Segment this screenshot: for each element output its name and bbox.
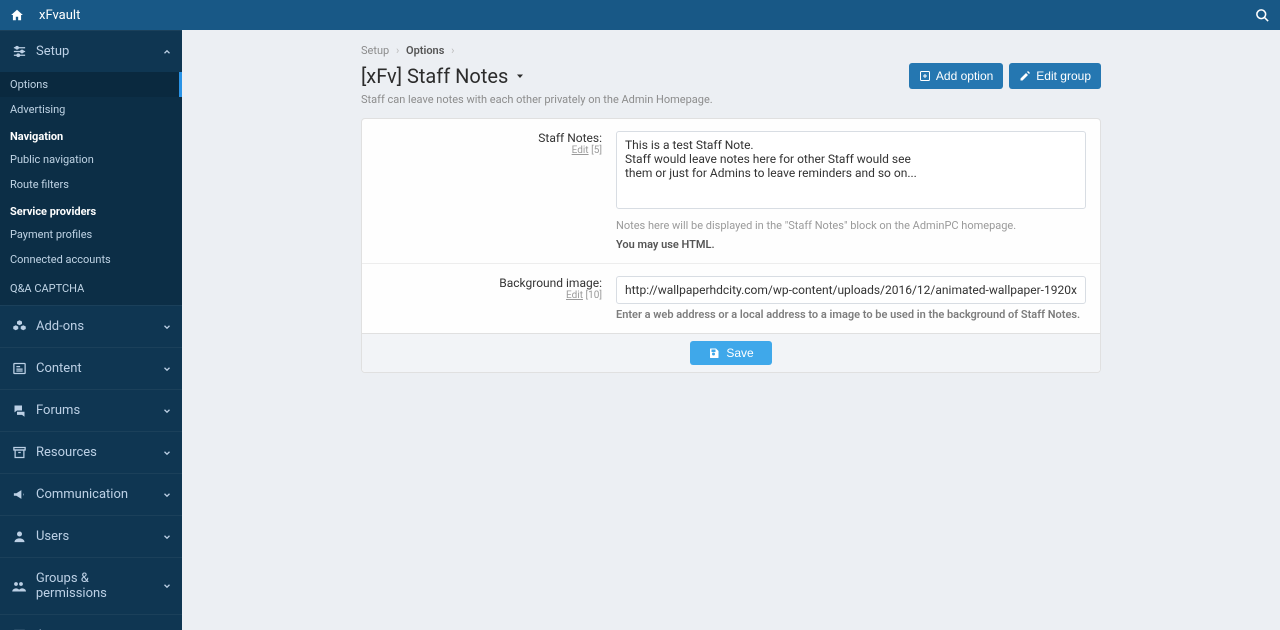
bg-image-edit-id: [10] [585, 290, 602, 301]
sidebar-item-connected-accounts[interactable]: Connected accounts [0, 247, 182, 272]
chevron-down-icon [162, 406, 172, 416]
sidebar-item-route-filters[interactable]: Route filters [0, 172, 182, 197]
chevron-down-icon [162, 490, 172, 500]
bg-image-label: Background image: [376, 276, 602, 290]
breadcrumb-options[interactable]: Options [406, 44, 444, 57]
breadcrumb-sep: › [396, 44, 399, 57]
chevron-down-icon [162, 364, 172, 374]
sidebar-addons[interactable]: Add-ons [0, 306, 182, 347]
sidebar-users[interactable]: Users [0, 516, 182, 557]
pencil-icon [1019, 70, 1031, 82]
sidebar-item-advertising[interactable]: Advertising [0, 97, 182, 122]
home-icon[interactable] [10, 8, 24, 22]
staff-notes-edit-link[interactable]: Edit [572, 145, 589, 156]
sidebar-resources[interactable]: Resources [0, 432, 182, 473]
search-icon[interactable] [1255, 8, 1270, 23]
sidebar-item-qa-captcha[interactable]: Q&A CAPTCHA [0, 272, 182, 305]
sidebar: Setup Options Advertising Navigation Pub… [0, 30, 182, 630]
chevron-down-icon [162, 448, 172, 458]
users-icon [10, 579, 28, 594]
add-option-button[interactable]: Add option [909, 63, 1003, 89]
main: Setup › Options › [xFv] Staff Notes Add … [182, 30, 1280, 383]
staff-notes-edit-id: [5] [591, 145, 602, 156]
edit-group-button[interactable]: Edit group [1009, 63, 1101, 89]
newspaper-icon [10, 361, 28, 376]
sidebar-forums[interactable]: Forums [0, 390, 182, 431]
staff-notes-label: Staff Notes: [376, 131, 602, 145]
caret-down-icon [514, 70, 526, 82]
chevron-down-icon [162, 581, 172, 591]
breadcrumb-setup[interactable]: Setup [361, 44, 389, 57]
breadcrumb: Setup › Options › [361, 40, 1101, 63]
sidebar-section-service-providers: Service providers [0, 197, 182, 222]
page-title[interactable]: [xFv] Staff Notes [361, 64, 526, 88]
sidebar-appearance[interactable]: Appearance [0, 615, 182, 630]
cubes-icon [10, 319, 28, 334]
sliders-icon [10, 44, 28, 59]
sidebar-section-navigation: Navigation [0, 122, 182, 147]
sidebar-groups[interactable]: Groups & permissions [0, 558, 182, 614]
staff-notes-help-strong: You may use HTML. [616, 238, 715, 251]
user-icon [10, 529, 28, 544]
sidebar-setup-label: Setup [36, 44, 69, 59]
sidebar-item-payment-profiles[interactable]: Payment profiles [0, 222, 182, 247]
plus-square-icon [919, 70, 931, 82]
sidebar-resources-label: Resources [36, 445, 97, 460]
sidebar-content[interactable]: Content [0, 348, 182, 389]
sidebar-addons-label: Add-ons [36, 319, 84, 334]
sidebar-item-public-navigation[interactable]: Public navigation [0, 147, 182, 172]
archive-icon [10, 445, 28, 460]
chevron-up-icon [162, 47, 172, 57]
options-panel: Staff Notes: Edit [5] Notes here will be… [361, 118, 1101, 373]
bullhorn-icon [10, 487, 28, 502]
save-button[interactable]: Save [690, 341, 771, 365]
save-icon [708, 347, 720, 359]
chevron-down-icon [162, 322, 172, 332]
sidebar-content-label: Content [36, 361, 82, 376]
topbar: xFvault [0, 0, 1280, 30]
sidebar-forums-label: Forums [36, 403, 80, 418]
sidebar-communication-label: Communication [36, 487, 128, 502]
breadcrumb-sep: › [451, 44, 454, 57]
bg-image-edit-link[interactable]: Edit [566, 290, 583, 301]
page-description: Staff can leave notes with each other pr… [361, 93, 1101, 106]
chevron-down-icon [162, 532, 172, 542]
sidebar-item-options[interactable]: Options [0, 72, 182, 97]
sidebar-communication[interactable]: Communication [0, 474, 182, 515]
sidebar-setup[interactable]: Setup [0, 31, 182, 72]
sidebar-groups-label: Groups & permissions [36, 571, 162, 601]
comments-icon [10, 403, 28, 418]
sidebar-users-label: Users [36, 529, 69, 544]
staff-notes-textarea[interactable] [616, 131, 1086, 209]
bg-image-input[interactable] [616, 276, 1086, 304]
bg-image-help: Enter a web address or a local address t… [616, 308, 1086, 321]
brand-name: xFvault [39, 8, 80, 23]
staff-notes-help: Notes here will be displayed in the "Sta… [616, 219, 1086, 232]
